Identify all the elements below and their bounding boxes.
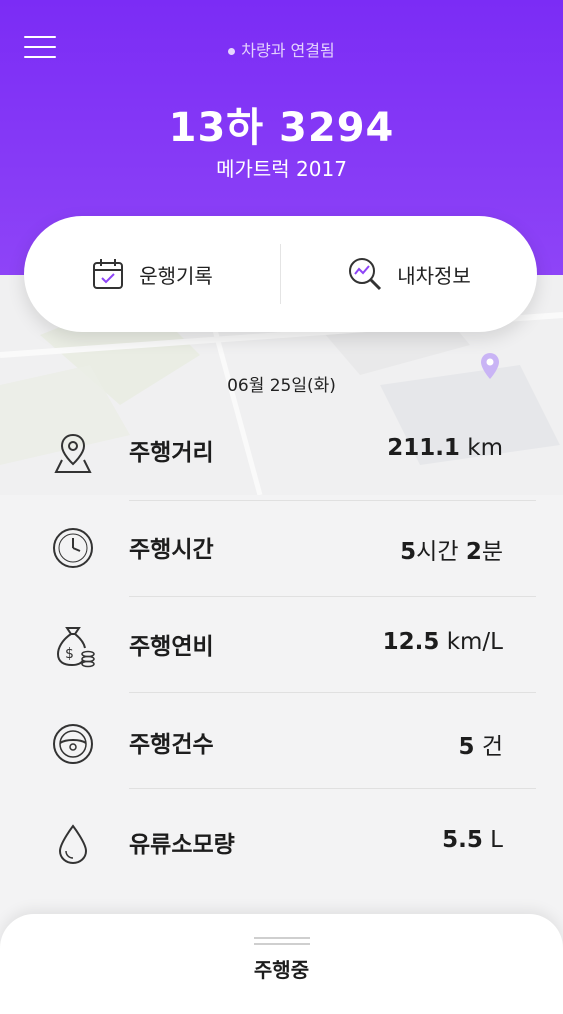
- stat-row-trip-count: 주행건수 5 건: [0, 693, 563, 789]
- location-icon: [54, 433, 92, 473]
- value-number: 12.5: [382, 629, 440, 655]
- drop-icon: [58, 824, 88, 865]
- stat-value: 211.1 km: [387, 435, 503, 461]
- car-info-button[interactable]: 내차정보: [281, 216, 537, 332]
- stat-value: 5시간 2분: [400, 532, 503, 566]
- steering-wheel-icon: [53, 724, 93, 764]
- stat-row-fuel-consumption: 유류소모량 5.5 L: [0, 793, 563, 889]
- bottom-sheet[interactable]: 주행중: [0, 914, 563, 1014]
- value-number: 5: [458, 734, 475, 760]
- value-unit: km: [459, 435, 503, 461]
- stat-label: 주행연비: [129, 634, 214, 660]
- stat-row-distance: 주행거리 211.1 km: [0, 405, 563, 501]
- svg-text:$: $: [65, 646, 74, 662]
- stat-label: 유류소모량: [129, 832, 235, 858]
- clock-icon: [53, 528, 93, 568]
- stat-value: 12.5 km/L: [383, 629, 503, 655]
- sheet-handle[interactable]: [254, 937, 310, 939]
- action-pill: 운행기록 내차정보: [24, 216, 537, 332]
- stat-row-time: 주행시간 5시간 2분: [0, 501, 563, 597]
- value-number: 5.5: [442, 827, 483, 853]
- drive-log-label: 운행기록: [139, 263, 213, 288]
- drive-log-button[interactable]: 운행기록: [24, 216, 280, 332]
- vehicle-plate: 13하 3294: [168, 105, 395, 151]
- stat-label: 주행건수: [129, 732, 214, 758]
- value-number: 5: [400, 539, 417, 565]
- stat-value: 5 건: [459, 727, 504, 761]
- connection-status-text: 차량과 연결됨: [241, 41, 335, 60]
- value-unit: 건: [474, 734, 503, 760]
- value-unit: km/L: [439, 629, 503, 655]
- value-unit: 분: [481, 539, 503, 565]
- money-bag-icon: $: [56, 627, 95, 668]
- calendar-icon: [93, 259, 124, 289]
- value-number: 2: [465, 539, 482, 565]
- connection-status: 차량과 연결됨: [0, 37, 563, 61]
- sheet-handle[interactable]: [254, 943, 310, 945]
- value-unit: L: [482, 827, 503, 853]
- stat-value: 5.5 L: [442, 827, 503, 853]
- value-number: 211.1: [387, 435, 460, 461]
- magnifier-chart-icon: [349, 258, 382, 291]
- driving-status-title: 주행중: [253, 958, 310, 982]
- car-info-label: 내차정보: [397, 263, 471, 288]
- status-dot-icon: [228, 48, 236, 55]
- stat-row-fuel-economy: $ 주행연비 12.5 km/L: [0, 597, 563, 693]
- value-unit: 시간: [416, 539, 466, 565]
- selected-date: 06월 25일(화): [227, 376, 336, 396]
- row-divider: [129, 788, 536, 789]
- stat-label: 주행거리: [129, 440, 214, 466]
- vehicle-model: 메가트럭 2017: [216, 157, 347, 181]
- stat-label: 주행시간: [129, 537, 214, 563]
